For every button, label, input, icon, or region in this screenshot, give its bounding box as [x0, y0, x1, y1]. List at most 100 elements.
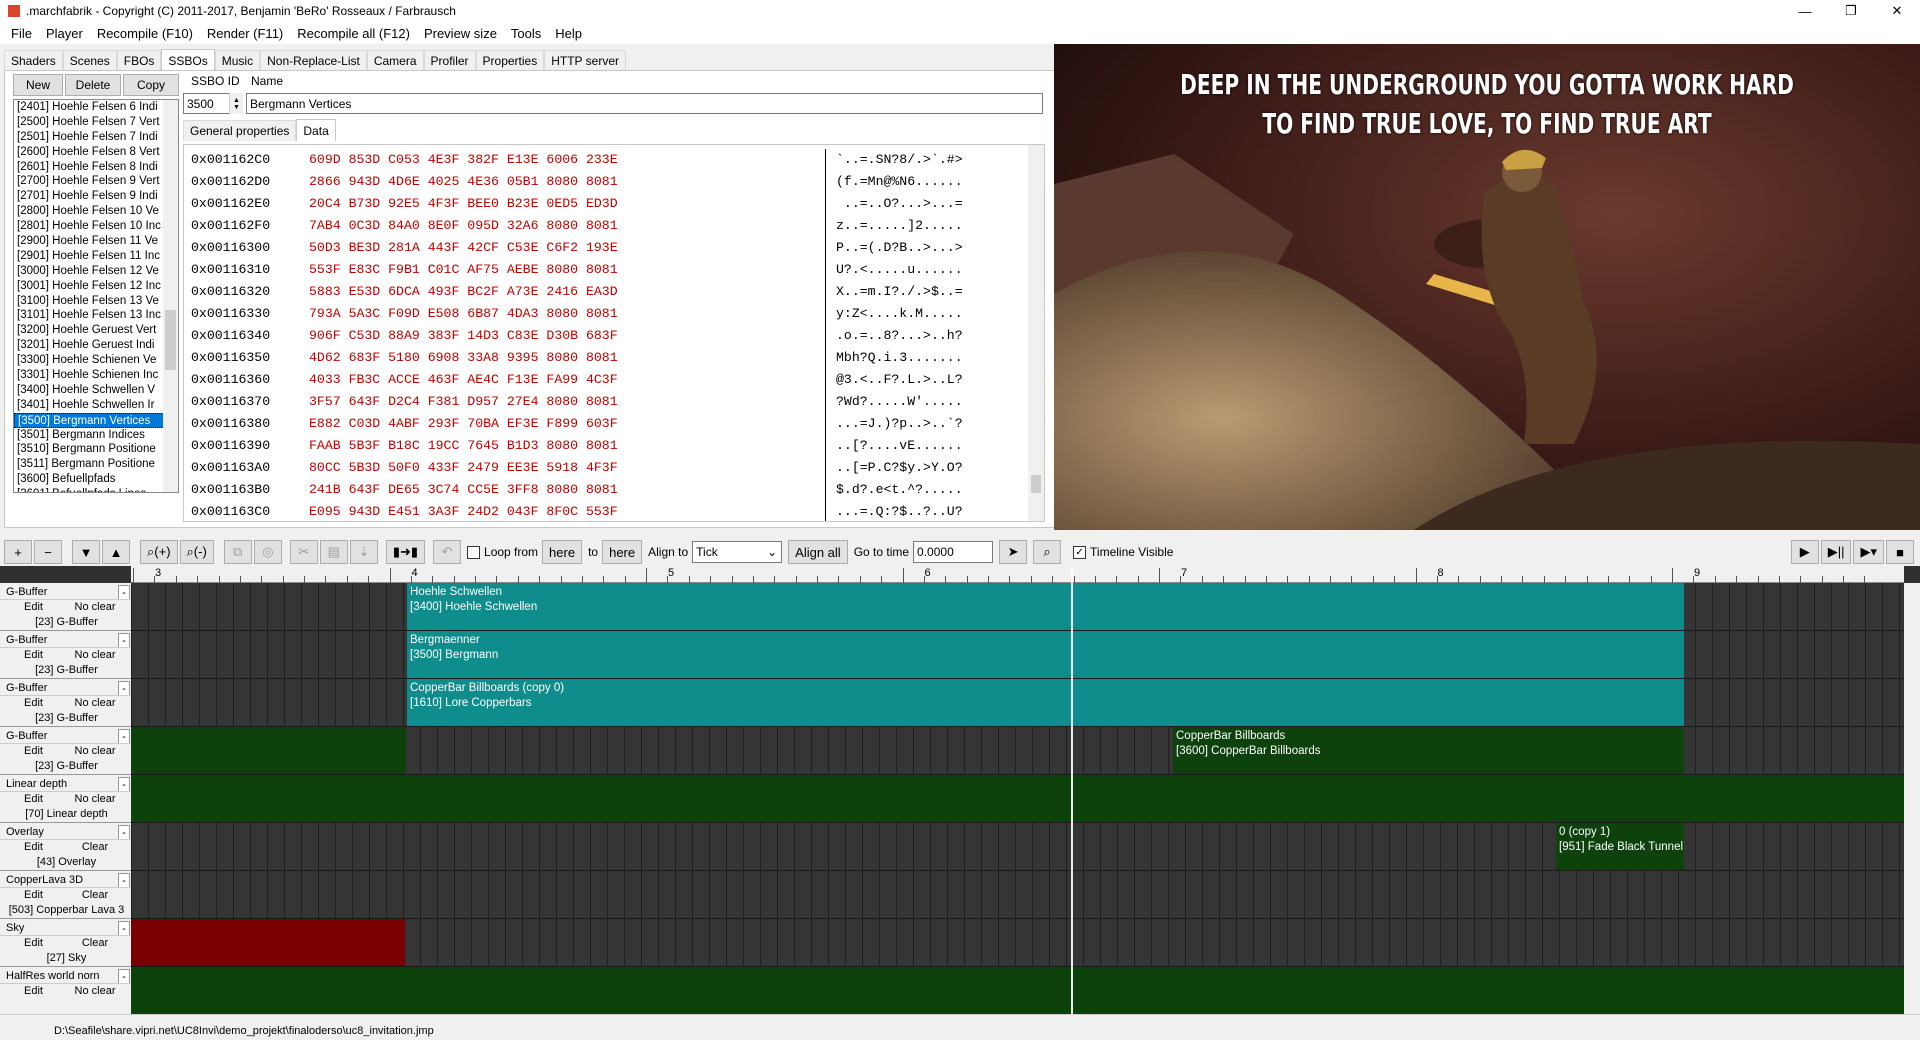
align-all-button[interactable]: Align all [788, 540, 848, 564]
tab-non-replace-list[interactable]: Non-Replace-List [260, 50, 367, 71]
ssbo-list-item[interactable]: [3401] Hoehle Schwellen Ir [14, 398, 178, 413]
ssbo-list-item[interactable]: [3500] Bergmann Vertices [14, 412, 178, 428]
track-lane[interactable]: CopperBar Billboards [3600] CopperBar Bil… [131, 727, 1904, 775]
timeline-clip[interactable]: Bergmaenner [3500] Bergmann [407, 631, 1684, 678]
ssbo-list-item[interactable]: [3000] Hoehle Felsen 12 Ve [14, 264, 178, 279]
undo-icon[interactable]: ↶ [433, 540, 462, 564]
move-to-icon[interactable]: ▮➜▮ [385, 540, 426, 564]
track-collapse-button[interactable]: - [118, 681, 130, 696]
hex-row[interactable]: 0x00116370 3F57 643F D2C4 F381 D957 27E4 … [191, 391, 963, 413]
here-end-button[interactable]: here [602, 540, 643, 564]
tab-profiler[interactable]: Profiler [423, 50, 476, 71]
ssbo-list[interactable]: [2401] Hoehle Felsen 6 Indi [2500] Hoehle… [13, 99, 179, 493]
timeline-clip[interactable]: CopperBar Billboards [3600] CopperBar Bil… [1173, 727, 1684, 774]
hex-row[interactable]: 0x00116350 4D62 683F 5180 6908 33A8 9395 … [191, 347, 963, 369]
ssbo-list-item[interactable]: [2500] Hoehle Felsen 7 Vert [14, 115, 178, 130]
ssbo-list-item[interactable]: [3101] Hoehle Felsen 13 Inc [14, 308, 178, 323]
move-down-button[interactable]: ▼ [72, 540, 100, 564]
hex-row[interactable]: 0x00116340 906F C53D 88A9 383F 14D3 C83E … [191, 325, 963, 347]
track-collapse-button[interactable]: - [118, 969, 130, 984]
zoom-out-button[interactable]: ⌕(-) [179, 540, 214, 564]
hex-row[interactable]: 0x00116300 50D3 BE3D 281A 443F 42CF C53E … [191, 237, 963, 259]
menu-tools[interactable]: Tools [504, 26, 548, 41]
ssbo-list-item[interactable]: [3511] Bergmann Positione [14, 457, 178, 472]
timeline-clip[interactable] [131, 967, 1904, 1014]
list-scrollbar[interactable] [163, 100, 178, 492]
tab-shaders[interactable]: Shaders [4, 50, 63, 71]
timeline-clip[interactable] [131, 727, 406, 774]
minimize-icon[interactable]: — [1782, 0, 1828, 22]
track-collapse-button[interactable]: - [118, 585, 130, 600]
hex-row[interactable]: 0x00116360 4033 FB3C ACCE 463F AE4C F13E … [191, 369, 963, 391]
play-pause-icon[interactable]: ▶|| [1820, 540, 1852, 564]
tab-properties[interactable]: Properties [475, 50, 545, 71]
track-clear-mode[interactable]: No clear [64, 792, 126, 807]
ssbo-list-item[interactable]: [2900] Hoehle Felsen 11 Ve [14, 234, 178, 249]
track-clear-mode[interactable]: Clear [64, 888, 126, 903]
clipboard-icon[interactable]: ▤ [319, 540, 348, 564]
time-ruler[interactable]: 3 4 5 6 7 8 9 [131, 566, 1904, 583]
timeline-clip[interactable]: Hoehle Schwellen [3400] Hoehle Schwellen [407, 583, 1684, 630]
menu-recompile-all[interactable]: Recompile all (F12) [290, 26, 417, 41]
remove-track-button[interactable]: − [34, 540, 62, 564]
track-clear-mode[interactable]: No clear [64, 984, 126, 999]
search-icon[interactable]: ⌕ [1033, 540, 1062, 564]
track-edit-button[interactable]: Edit [6, 984, 61, 999]
ssbo-list-item[interactable]: [2600] Hoehle Felsen 8 Vert [14, 145, 178, 160]
track-edit-button[interactable]: Edit [6, 888, 61, 903]
hex-row[interactable]: 0x00116330 793A 5A3C F09D E508 6B87 4DA3 … [191, 303, 963, 325]
track-lane[interactable] [131, 775, 1904, 823]
track-collapse-button[interactable]: - [118, 729, 130, 744]
tab-music[interactable]: Music [214, 50, 261, 71]
play-icon[interactable]: ▶ [1790, 540, 1819, 564]
ssbo-list-item[interactable]: [2501] Hoehle Felsen 7 Indi [14, 130, 178, 145]
delete-button[interactable]: Delete [65, 74, 121, 96]
track-collapse-button[interactable]: - [118, 921, 130, 936]
track-lane[interactable] [131, 919, 1904, 967]
hex-row[interactable]: 0x001162D0 2866 943D 4D6E 4025 4E36 05B1 … [191, 171, 963, 193]
ssbo-list-item[interactable]: [2700] Hoehle Felsen 9 Vert [14, 174, 178, 189]
tab-ssbos[interactable]: SSBOs [161, 49, 215, 71]
timeline-clip[interactable]: 0 (copy 1) [951] Fade Black Tunnel [1556, 823, 1684, 870]
hex-row[interactable]: 0x001162F0 7AB4 0C3D 84A0 8E0F 095D 32A6 … [191, 215, 963, 237]
ssbo-list-item[interactable]: [2800] Hoehle Felsen 10 Ve [14, 204, 178, 219]
ssbo-list-item[interactable]: [3300] Hoehle Schienen Ve [14, 353, 178, 368]
playhead[interactable] [1071, 566, 1073, 1014]
ssbo-list-item[interactable]: [3510] Bergmann Positione [14, 442, 178, 457]
track-edit-button[interactable]: Edit [6, 744, 61, 759]
track-clear-mode[interactable]: Clear [64, 840, 126, 855]
track-edit-button[interactable]: Edit [6, 648, 61, 663]
timeline-clip[interactable] [131, 919, 405, 966]
track-edit-button[interactable]: Edit [6, 840, 61, 855]
move-up-button[interactable]: ▲ [102, 540, 130, 564]
tab-fbos[interactable]: FBOs [116, 50, 162, 71]
ssbo-list-item[interactable]: [2601] Hoehle Felsen 8 Indi [14, 160, 178, 175]
tab-data[interactable]: Data [296, 119, 336, 141]
track-edit-button[interactable]: Edit [6, 696, 61, 711]
ssbo-list-item[interactable]: [3200] Hoehle Geruest Vert [14, 323, 178, 338]
track-lane[interactable]: CopperBar Billboards (copy 0) [1610] Lore… [131, 679, 1904, 727]
hex-row[interactable]: 0x00116390 FAAB 5B3F B18C 19CC 7645 B1D3 … [191, 435, 963, 457]
ssbo-list-item[interactable]: [2401] Hoehle Felsen 6 Indi [14, 100, 178, 115]
track-edit-button[interactable]: Edit [6, 600, 61, 615]
menu-help[interactable]: Help [548, 26, 589, 41]
close-icon[interactable]: ✕ [1874, 0, 1920, 22]
go-icon[interactable]: ➤ [999, 540, 1028, 564]
menu-preview-size[interactable]: Preview size [417, 26, 504, 41]
track-clear-mode[interactable]: Clear [64, 936, 126, 951]
track-collapse-button[interactable]: - [118, 873, 130, 888]
track-lanes[interactable]: Hoehle Schwellen [3400] Hoehle Schwellen B… [131, 583, 1904, 1014]
track-clear-mode[interactable]: No clear [64, 696, 126, 711]
hex-row[interactable]: 0x001163C0 E095 943D E451 3A3F 24D2 043F … [191, 501, 963, 521]
add-track-button[interactable]: + [4, 540, 32, 564]
loop-checkbox[interactable]: Loop from [467, 545, 538, 560]
track-lane[interactable]: Bergmaenner [3500] Bergmann [131, 631, 1904, 679]
timeline-clip[interactable]: CopperBar Billboards (copy 0) [1610] Lore… [407, 679, 1684, 726]
menu-render[interactable]: Render (F11) [200, 26, 290, 41]
track-lane[interactable] [131, 871, 1904, 919]
ssbo-list-item[interactable]: [3001] Hoehle Felsen 12 Inc [14, 279, 178, 294]
tab-scenes[interactable]: Scenes [62, 50, 117, 71]
tab-general-properties[interactable]: General properties [183, 120, 297, 141]
menu-recompile[interactable]: Recompile (F10) [90, 26, 200, 41]
time-input[interactable]: 0.0000 [913, 541, 994, 563]
